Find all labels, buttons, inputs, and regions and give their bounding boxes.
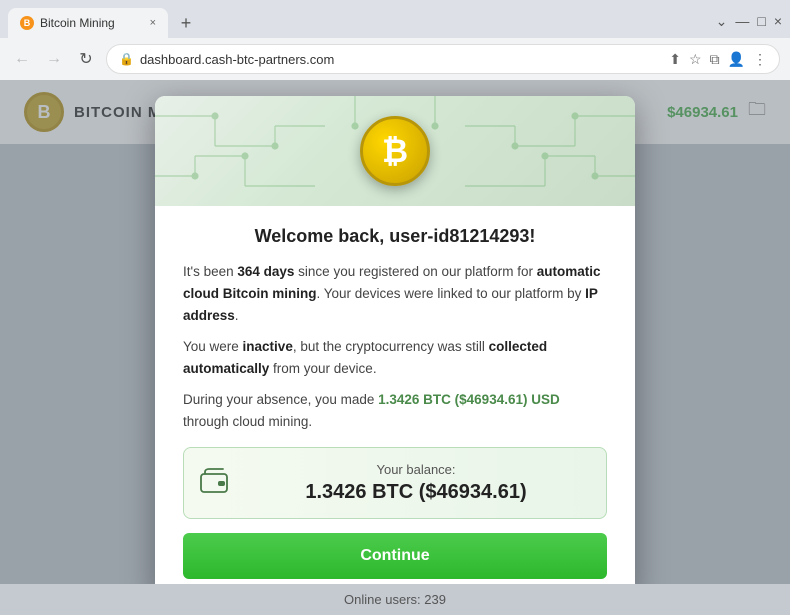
refresh-button[interactable]: ↻ xyxy=(74,49,98,69)
page-content: B BITCOIN MINING News Settings $46934.61… xyxy=(0,80,790,615)
inactive-bold: inactive xyxy=(243,339,293,354)
lock-icon: 🔒 xyxy=(119,52,134,66)
browser-window: B Bitcoin Mining × + ⌄ — □ × ← → ↻ 🔒 das… xyxy=(0,0,790,615)
maximize-button[interactable]: □ xyxy=(757,13,765,29)
earned-btc: 1.3426 BTC ($46934.61) USD xyxy=(378,392,560,407)
balance-box: Your balance: 1.3426 BTC ($46934.61) xyxy=(183,447,607,519)
address-bar: ← → ↻ 🔒 dashboard.cash-btc-partners.com … xyxy=(0,38,790,80)
tab-bar: B Bitcoin Mining × + ⌄ — □ × xyxy=(0,0,790,38)
balance-amount: 1.3426 BTC ($46934.61) xyxy=(242,481,590,504)
balance-info: Your balance: 1.3426 BTC ($46934.61) xyxy=(242,462,590,504)
modal-body: Welcome back, user-id81214293! It's been… xyxy=(155,206,635,598)
online-label: Online users: xyxy=(344,592,424,607)
modal-paragraph-3: During your absence, you made 1.3426 BTC… xyxy=(183,389,607,432)
url-text: dashboard.cash-btc-partners.com xyxy=(140,52,334,67)
modal-header: ₿ xyxy=(155,96,635,206)
online-users-bar: Online users: 239 xyxy=(0,584,790,615)
online-count: 239 xyxy=(424,592,446,607)
tab-title: Bitcoin Mining xyxy=(40,16,144,30)
chevron-down-icon[interactable]: ⌄ xyxy=(716,13,728,30)
tab-mode-icon[interactable]: ⧉ xyxy=(710,51,720,68)
new-tab-button[interactable]: + xyxy=(172,9,200,37)
modal-paragraph-2: You were inactive, but the cryptocurrenc… xyxy=(183,336,607,379)
days-bold: 364 days xyxy=(237,264,294,279)
menu-icon[interactable]: ⋮ xyxy=(753,51,767,68)
close-window-button[interactable]: × xyxy=(774,13,782,29)
modal-title: Welcome back, user-id81214293! xyxy=(183,226,607,247)
tab-close-button[interactable]: × xyxy=(150,18,156,29)
wallet-icon xyxy=(200,467,228,499)
modal-backdrop: ₿ Welcome back, user-id81214293! It's be… xyxy=(0,80,790,615)
balance-label: Your balance: xyxy=(242,462,590,477)
back-button[interactable]: ← xyxy=(10,50,34,68)
minimize-button[interactable]: — xyxy=(735,13,749,29)
tab-favicon: B xyxy=(20,16,34,30)
active-tab[interactable]: B Bitcoin Mining × xyxy=(8,8,168,38)
modal-paragraph-1: It's been 364 days since you registered … xyxy=(183,261,607,326)
profile-icon[interactable]: 👤 xyxy=(728,51,745,68)
url-bar[interactable]: 🔒 dashboard.cash-btc-partners.com ⬆ ☆ ⧉ … xyxy=(106,44,780,74)
tab-bar-controls: ⌄ — □ × xyxy=(716,13,782,34)
forward-button[interactable]: → xyxy=(42,50,66,68)
share-icon[interactable]: ⬆ xyxy=(669,51,681,68)
btc-coin: ₿ xyxy=(360,116,430,186)
url-actions: ⬆ ☆ ⧉ 👤 ⋮ xyxy=(669,51,767,68)
continue-button[interactable]: Continue xyxy=(183,533,607,579)
modal-dialog: ₿ Welcome back, user-id81214293! It's be… xyxy=(155,96,635,598)
star-icon[interactable]: ☆ xyxy=(689,51,702,68)
collected-auto-bold: collected automatically xyxy=(183,339,547,376)
